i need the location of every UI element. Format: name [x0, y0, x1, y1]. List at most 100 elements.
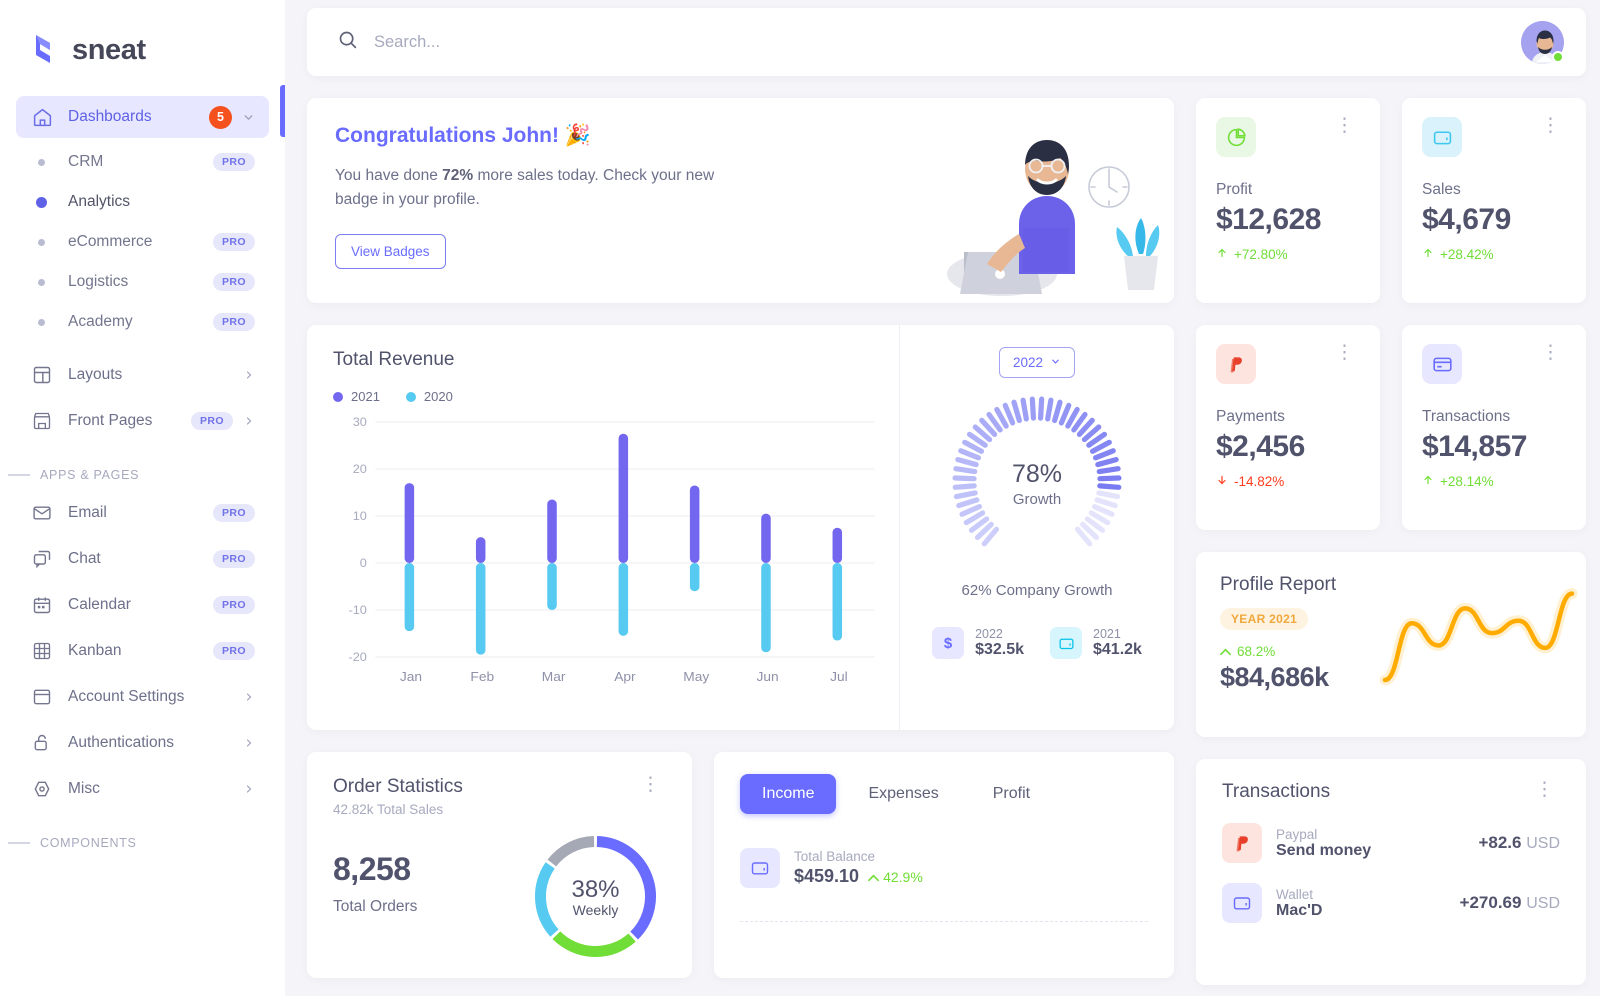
sidebar-item-label: eCommerce	[68, 233, 153, 250]
mini-stat-year: 2021	[1093, 627, 1121, 641]
sidebar-item-label: Email	[68, 504, 107, 521]
bullet-icon	[38, 278, 45, 286]
growth-gauge: 78% Growth	[942, 386, 1132, 576]
page-title: Congratulations John! 🎉	[335, 124, 591, 147]
home-icon	[30, 105, 54, 129]
sidebar-item-front-pages[interactable]: Front Pages PRO	[16, 400, 269, 442]
more-options-icon[interactable]: ⋮	[1329, 343, 1360, 361]
sidebar-item-chat[interactable]: Chat PRO	[16, 538, 269, 580]
avatar[interactable]	[1521, 20, 1564, 64]
transaction-row[interactable]: Paypal Send money +82.6 USD	[1222, 823, 1560, 863]
view-badges-button[interactable]: View Badges	[335, 234, 446, 270]
donut-sublabel: Weekly	[572, 901, 619, 918]
sidebar-item-kanban[interactable]: Kanban PRO	[16, 630, 269, 672]
brand[interactable]: sneat	[0, 22, 285, 78]
tab-income[interactable]: Income	[740, 774, 837, 814]
lock-icon	[30, 731, 54, 755]
total-balance-label: Total Balance	[794, 849, 876, 864]
donut-center-label: 38% Weekly	[529, 830, 662, 963]
sidebar-item-label: Account Settings	[68, 688, 185, 705]
more-options-icon[interactable]: ⋮	[1535, 116, 1566, 134]
stat-card-sales: ⋮ Sales $4,679 +28.42%	[1402, 98, 1586, 303]
pro-badge: PRO	[213, 313, 255, 331]
sidebar-item-misc[interactable]: Misc	[16, 768, 269, 810]
profile-report-sparkline	[1371, 574, 1586, 694]
pro-badge: PRO	[213, 596, 255, 614]
total-balance-delta: 42.9%	[868, 869, 923, 885]
legend-item-2021[interactable]: 2021	[333, 389, 380, 404]
section-components: COMPONENTS	[8, 836, 285, 850]
svg-text:Jan: Jan	[400, 669, 422, 684]
more-options-icon[interactable]: ⋮	[635, 775, 666, 793]
sidebar-item-account-settings[interactable]: Account Settings	[16, 676, 269, 718]
search-input[interactable]	[374, 32, 1521, 52]
chart-legend: 2021 2020	[333, 389, 883, 404]
search-bar[interactable]	[337, 29, 1521, 55]
wallet-icon	[1422, 117, 1462, 157]
pie-chart-icon	[1216, 117, 1256, 157]
plant-illustration	[1116, 218, 1160, 290]
stat-value: $4,679	[1422, 203, 1511, 236]
chevron-right-icon	[243, 737, 255, 749]
svg-text:-10: -10	[349, 603, 367, 617]
sidebar-item-academy[interactable]: Academy PRO	[16, 302, 269, 342]
mini-stats: $ 2022 $32.5k 2021 $41.2k	[932, 627, 1142, 659]
congratulations-illustration	[924, 124, 1174, 303]
sidebar-item-label: Kanban	[68, 642, 122, 659]
year-select-button[interactable]: 2022	[998, 347, 1076, 378]
stat-card-transactions: ⋮ Transactions $14,857 +28.14%	[1402, 325, 1586, 530]
hexagon-icon	[30, 777, 54, 801]
dashboards-badge: 5	[209, 105, 232, 129]
pro-badge: PRO	[213, 550, 255, 568]
stat-value: $14,857	[1422, 430, 1527, 463]
sidebar-item-analytics[interactable]: Analytics	[16, 182, 269, 222]
legend-label: 2021	[351, 389, 380, 404]
legend-item-2020[interactable]: 2020	[405, 389, 453, 404]
sidebar-item-logistics[interactable]: Logistics PRO	[16, 262, 269, 302]
section-apps-pages: APPS & PAGES	[8, 468, 285, 482]
sidebar-item-email[interactable]: Email PRO	[16, 492, 269, 534]
tab-profit[interactable]: Profit	[971, 774, 1052, 814]
svg-text:Feb: Feb	[470, 669, 494, 684]
donut-percent: 38%	[571, 875, 620, 903]
sidebar: sneat Dashboards 5 CRM PRO Analytics eCo…	[0, 0, 285, 996]
sidebar-item-label: Logistics	[68, 273, 129, 290]
sidebar-item-layouts[interactable]: Layouts	[16, 354, 269, 396]
sidebar-item-label: Front Pages	[68, 412, 153, 429]
window-icon	[30, 685, 54, 709]
revenue-bar-chart: 30 20 10 0 -10 -20 Jan Feb Mar Apr May Jun Jul	[333, 415, 883, 691]
tab-expenses[interactable]: Expenses	[846, 774, 960, 814]
gauge-center-label: 78% Growth	[942, 386, 1132, 576]
more-options-icon[interactable]: ⋮	[1535, 343, 1566, 361]
svg-text:May: May	[683, 669, 709, 684]
transaction-amount-value: +82.6	[1478, 833, 1522, 852]
wall-clock-icon	[1088, 166, 1130, 208]
transaction-row[interactable]: Wallet Mac'D +270.69 USD	[1222, 883, 1560, 923]
sidebar-nav: Dashboards 5 CRM PRO Analytics eCommerce…	[0, 96, 285, 996]
more-options-icon[interactable]: ⋮	[1329, 116, 1360, 134]
mini-stat-value: $41.2k	[1093, 641, 1142, 658]
sidebar-item-label: Dashboards	[68, 108, 152, 125]
stat-card-payments: ⋮ Payments $2,456 -14.82%	[1196, 325, 1380, 530]
order-statistics-card: Order Statistics 42.82k Total Sales ⋮ 8,…	[307, 752, 692, 978]
pro-badge: PRO	[213, 153, 255, 171]
profile-report-card: Profile Report YEAR 2021 68.2% $84,686k	[1196, 552, 1586, 737]
profile-report-badge: YEAR 2021	[1220, 608, 1309, 630]
transaction-amount-value: +270.69	[1459, 893, 1522, 912]
wallet-icon	[740, 848, 780, 888]
sidebar-item-crm[interactable]: CRM PRO	[16, 142, 269, 182]
sidebar-item-calendar[interactable]: Calendar PRO	[16, 584, 269, 626]
svg-text:-20: -20	[349, 650, 367, 664]
sidebar-item-dashboards[interactable]: Dashboards 5	[16, 96, 269, 138]
chevron-down-icon	[242, 111, 255, 124]
divider	[8, 474, 30, 476]
divider	[740, 921, 1148, 922]
more-options-icon[interactable]: ⋮	[1529, 780, 1560, 798]
svg-text:0: 0	[360, 556, 367, 570]
sidebar-item-ecommerce[interactable]: eCommerce PRO	[16, 222, 269, 262]
section-label: COMPONENTS	[40, 836, 137, 850]
bottom-row: Order Statistics 42.82k Total Sales ⋮ 8,…	[307, 752, 1174, 978]
chat-icon	[30, 547, 54, 571]
bullet-icon	[36, 196, 47, 208]
sidebar-item-authentications[interactable]: Authentications	[16, 722, 269, 764]
